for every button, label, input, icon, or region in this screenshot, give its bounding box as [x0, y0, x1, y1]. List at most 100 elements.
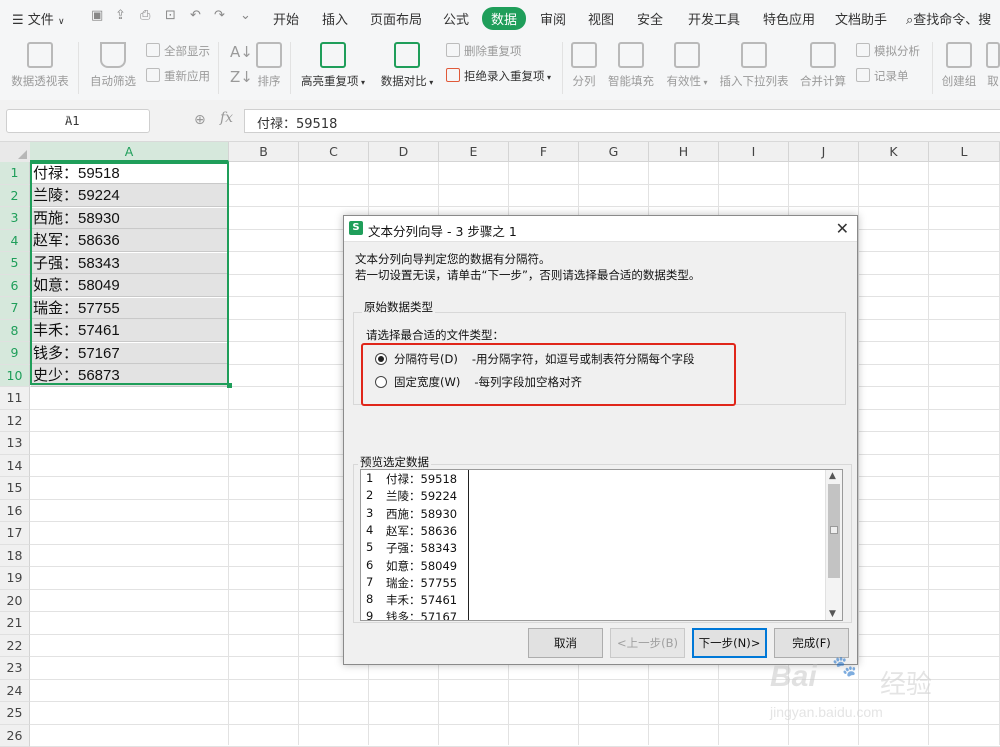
reject-duplicates-button[interactable]: 拒绝录入重复项 ▾: [446, 68, 551, 84]
select-all-corner[interactable]: [0, 142, 31, 163]
zoom-icon[interactable]: ⊕: [194, 112, 206, 128]
print-preview-icon[interactable]: ⊡: [165, 8, 176, 23]
column-header-f[interactable]: F: [509, 142, 579, 162]
reapply-button[interactable]: 重新应用: [146, 68, 210, 84]
column-header-j[interactable]: J: [789, 142, 859, 162]
print-icon[interactable]: ⎙: [140, 8, 150, 23]
row-header-21[interactable]: 21: [0, 612, 30, 635]
scroll-up-icon[interactable]: ▲: [829, 471, 836, 481]
row-header-14[interactable]: 14: [0, 455, 30, 478]
column-header-g[interactable]: G: [579, 142, 649, 162]
export-icon[interactable]: ⇪: [115, 8, 126, 23]
row-header-19[interactable]: 19: [0, 567, 30, 590]
sort-desc-icon[interactable]: Z↓: [230, 68, 253, 86]
undo-icon[interactable]: ↶: [190, 8, 201, 23]
tab-review[interactable]: 审阅: [540, 9, 566, 28]
column-header-a[interactable]: A: [30, 142, 229, 162]
show-all-button[interactable]: 全部显示: [146, 43, 210, 59]
row-header-20[interactable]: 20: [0, 590, 30, 613]
close-icon[interactable]: ✕: [836, 219, 849, 238]
preview-scrollbar[interactable]: ▲ ▼: [825, 470, 842, 620]
row-header-23[interactable]: 23: [0, 657, 30, 680]
column-header-d[interactable]: D: [369, 142, 439, 162]
tab-view[interactable]: 视图: [588, 9, 614, 28]
file-menu[interactable]: ☰ 文件 ∨: [12, 9, 65, 28]
row-header-4[interactable]: 4: [0, 230, 30, 253]
preview-list[interactable]: ▲ ▼ 1付禄：595182兰陵：592243西施：589304赵军：58636…: [360, 469, 843, 621]
column-header-c[interactable]: C: [299, 142, 369, 162]
quick-access-dropdown-icon[interactable]: ⌄: [240, 8, 251, 23]
command-search[interactable]: ⌕查找命令、搜: [906, 9, 991, 28]
insert-dropdown-button[interactable]: 插入下拉列表: [718, 42, 790, 89]
simulate-analysis-button[interactable]: 模拟分析: [856, 43, 920, 59]
fill-handle[interactable]: [227, 383, 232, 388]
record-form-button[interactable]: 记录单: [856, 68, 909, 84]
row-header-10[interactable]: 10: [0, 365, 30, 388]
row-header-11[interactable]: 11: [0, 387, 30, 410]
row-header-18[interactable]: 18: [0, 545, 30, 568]
row-header-2[interactable]: 2: [0, 185, 30, 208]
row-header-13[interactable]: 13: [0, 432, 30, 455]
save-icon[interactable]: ▣: [91, 8, 103, 23]
row-header-15[interactable]: 15: [0, 477, 30, 500]
column-header-b[interactable]: B: [229, 142, 299, 162]
tab-insert[interactable]: 插入: [322, 9, 348, 28]
row-header-17[interactable]: 17: [0, 522, 30, 545]
row-header-5[interactable]: 5: [0, 252, 30, 275]
pivot-table-button[interactable]: 数据透视表: [8, 42, 72, 89]
tab-special[interactable]: 特色应用: [763, 9, 815, 28]
data-compare-button[interactable]: 数据对比 ▾: [376, 42, 438, 89]
autofilter-button[interactable]: 自动筛选: [88, 42, 138, 89]
consolidate-button[interactable]: 合并计算: [798, 42, 848, 89]
radio-delimited[interactable]: 分隔符号(D)-用分隔字符，如逗号或制表符分隔每个字段: [375, 351, 694, 367]
data-type-group-label: 原始数据类型: [362, 299, 435, 315]
tab-developer[interactable]: 开发工具: [688, 9, 740, 28]
highlight-duplicates-button[interactable]: 高亮重复项 ▾: [298, 42, 368, 89]
column-header-h[interactable]: H: [649, 142, 719, 162]
show-all-label: 全部显示: [164, 44, 210, 58]
row-header-6[interactable]: 6: [0, 275, 30, 298]
cancel-button[interactable]: 取消: [528, 628, 603, 658]
row-header-9[interactable]: 9: [0, 342, 30, 365]
smart-fill-button[interactable]: 智能填充: [606, 42, 656, 89]
column-header-k[interactable]: K: [859, 142, 929, 162]
row-header-22[interactable]: 22: [0, 635, 30, 658]
column-header-e[interactable]: E: [439, 142, 509, 162]
split-column-button[interactable]: 分列: [570, 42, 598, 89]
column-header-l[interactable]: L: [929, 142, 1000, 162]
column-header-i[interactable]: I: [719, 142, 789, 162]
row-header-25[interactable]: 25: [0, 702, 30, 725]
tab-security[interactable]: 安全: [637, 9, 663, 28]
row-header-16[interactable]: 16: [0, 500, 30, 523]
next-button[interactable]: 下一步(N)>: [692, 628, 767, 658]
row-header-8[interactable]: 8: [0, 320, 30, 343]
tab-formulas[interactable]: 公式: [443, 9, 469, 28]
row-header-26[interactable]: 26: [0, 725, 30, 747]
formula-input[interactable]: 付禄：59518: [244, 109, 1000, 133]
row-header-12[interactable]: 12: [0, 410, 30, 433]
delete-duplicates-button[interactable]: 删除重复项: [446, 43, 522, 59]
fx-icon[interactable]: fx: [220, 110, 233, 126]
row-header-24[interactable]: 24: [0, 680, 30, 703]
menu-bar: ☰ 文件 ∨ ▣ ⇪ ⎙ ⊡ ↶ ↷ ⌄ 开始 插入 页面布局 公式 数据 审阅…: [0, 0, 1000, 34]
tab-home[interactable]: 开始: [273, 9, 299, 28]
tab-data[interactable]: 数据: [482, 7, 526, 30]
tab-page-layout[interactable]: 页面布局: [370, 9, 422, 28]
cancel-group-button[interactable]: 取: [986, 42, 1000, 89]
row-header-7[interactable]: 7: [0, 297, 30, 320]
chevron-down-icon[interactable]: ▾: [65, 113, 145, 123]
preview-row-number: 4: [366, 523, 373, 537]
scroll-down-icon[interactable]: ▼: [829, 609, 836, 619]
row-header-3[interactable]: 3: [0, 207, 30, 230]
radio-fixed-width[interactable]: 固定宽度(W)-每列字段加空格对齐: [375, 374, 582, 390]
sort-button[interactable]: 排序: [254, 42, 284, 89]
name-box[interactable]: A1 ▾: [6, 109, 150, 133]
tab-doc-assistant[interactable]: 文档助手: [835, 9, 887, 28]
row-header-1[interactable]: 1: [0, 162, 30, 185]
create-group-button[interactable]: 创建组: [940, 42, 978, 89]
validity-button[interactable]: 有效性 ▾: [664, 42, 710, 89]
split-column-icon: [571, 42, 597, 68]
sort-asc-icon[interactable]: A↓: [230, 43, 253, 61]
back-button[interactable]: <上一步(B): [610, 628, 685, 658]
redo-icon[interactable]: ↷: [214, 8, 225, 23]
